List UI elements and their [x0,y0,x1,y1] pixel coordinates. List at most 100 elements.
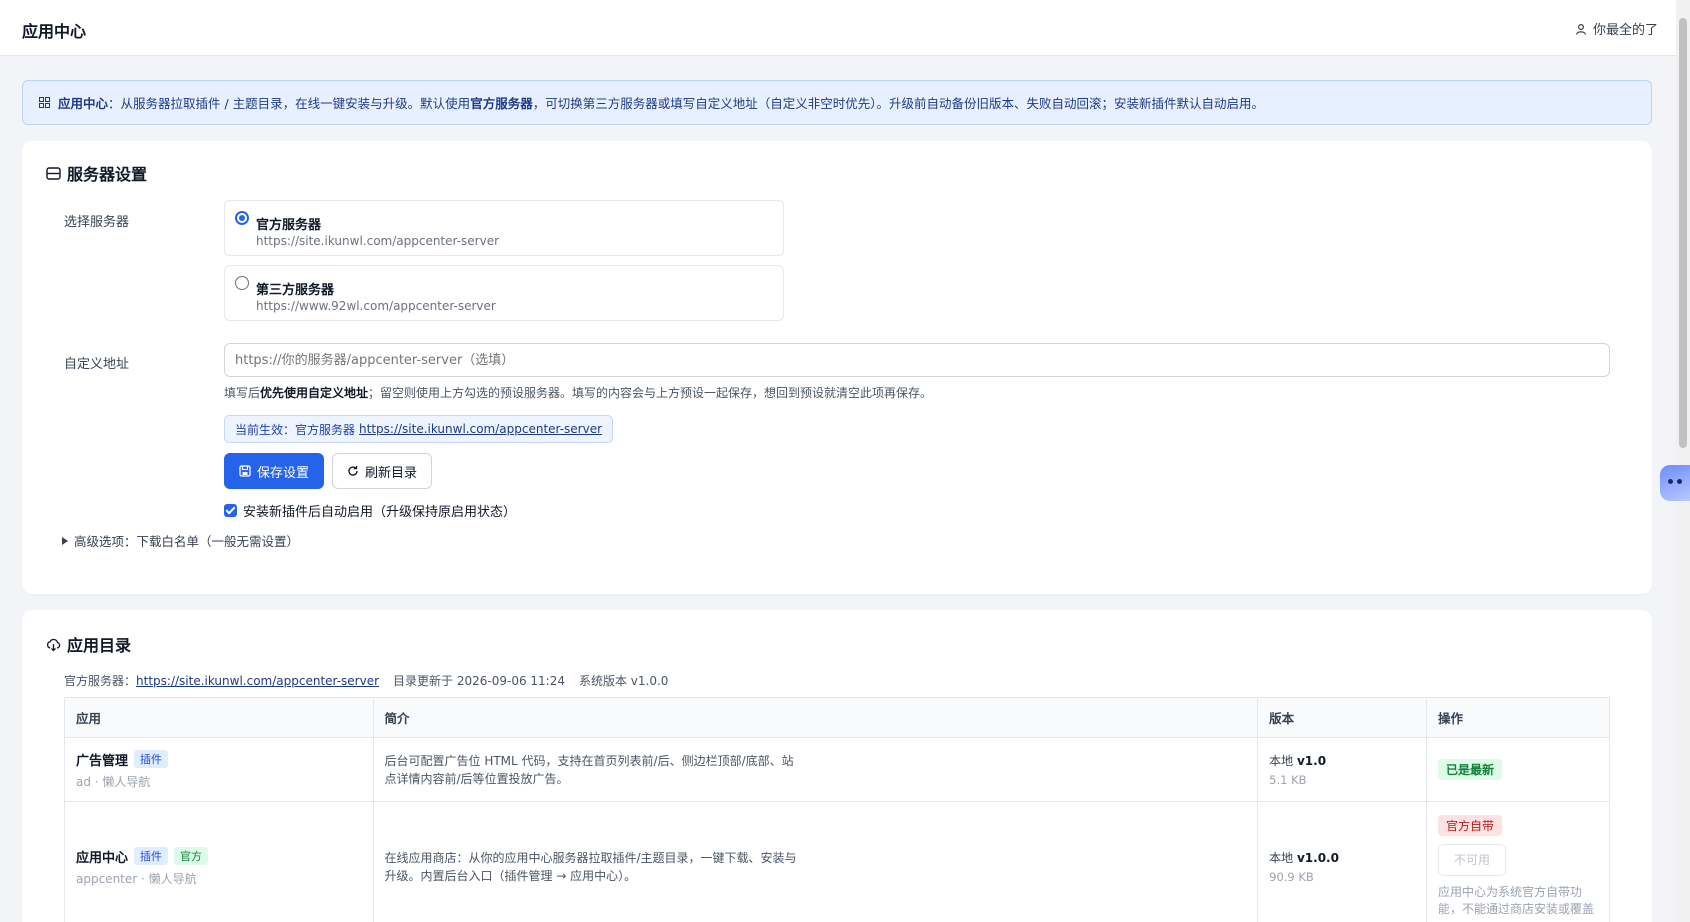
app-name: 广告管理 插件 [76,750,362,769]
app-description: 后台可配置广告位 HTML 代码，支持在首页列表前/后、侧边栏顶部/底部、站点详… [384,753,794,786]
checkbox-checked-icon[interactable] [224,504,237,517]
server-option-name: 第三方服务器 [256,283,335,298]
app-catalog-title-text: 应用目录 [67,636,132,655]
cloud-download-icon [46,638,61,651]
effective-url-link[interactable]: https://site.ikunwl.com/appcenter-server [359,422,602,436]
auto-enable-label: 安装新插件后自动启用（升级保持原启用状态） [243,505,517,520]
server-settings-title-text: 服务器设置 [67,165,148,184]
app-cell: 广告管理 插件 ad · 懒人导航 [64,737,374,802]
page-title: 应用中心 [22,22,87,41]
server-option-name: 官方服务器 [256,218,322,233]
mascot-widget[interactable] [1660,465,1690,501]
notice-text: 应用中心：从服务器拉取插件 / 主题目录，在线一键安装与升级。默认使用官方服务器… [58,93,1264,112]
desc-cell: 在线应用商店：从你的应用中心服务器拉取插件/主题目录，一键下载、安装与升级。内置… [372,801,1259,922]
version-cell: 本地 v1.0 5.1 KB [1257,737,1427,802]
table-header-row: 应用 简介 版本 操作 [64,697,1611,738]
refresh-icon [348,466,358,476]
top-bar: 应用中心 你最全的了 [0,0,1676,56]
mascot-eye-right [1677,479,1682,484]
server-icon [46,166,61,180]
hint-strong: 优先使用自定义地址 [260,386,369,400]
action-cell: 官方自带 不可用 应用中心为系统官方自带功能，不能通过商店安装或覆盖 [1425,801,1611,922]
column-header: 应用 [64,697,374,738]
notice-text-1: ：从服务器拉取插件 / 主题目录，在线一键安装与升级。默认使用 [108,96,471,111]
package-size: 5.1 KB [1269,773,1307,787]
table-row: 应用中心 插件 官方 appcenter · 懒人导航 在线应用商店：从你的应用… [64,801,1611,922]
info-notice: 应用中心：从服务器拉取插件 / 主题目录，在线一键安装与升级。默认使用官方服务器… [22,80,1652,125]
custom-address-hint: 填写后优先使用自定义地址；留空则使用上方勾选的预设服务器。填写的内容会与上方预设… [224,384,932,401]
server-settings-card: 服务器设置 选择服务器 官方服务器 https://site.ikunwl.co… [22,141,1652,594]
user-icon [1575,23,1587,35]
scrollbar-thumb[interactable] [1679,18,1687,448]
app-cell: 应用中心 插件 官方 appcenter · 懒人导航 [64,801,374,922]
mascot-eye-left [1668,479,1673,484]
catalog-server: 官方服务器：https://site.ikunwl.com/appcenter-… [64,672,379,689]
save-icon [239,465,251,477]
hint-pre: 填写后 [224,386,261,400]
notice-strong: 官方服务器 [470,96,533,111]
user-name: 你最全的了 [1592,23,1658,38]
version-number: v1.0 [1296,754,1327,768]
catalog-meta: 官方服务器：https://site.ikunwl.com/appcenter-… [64,672,668,689]
column-header: 简介 [372,697,1259,738]
user-menu[interactable]: 你最全的了 [1575,19,1658,38]
custom-address-label: 自定义地址 [64,357,130,372]
system-version: 系统版本 v1.0.0 [578,674,669,688]
notice-text-2: ，可切换第三方服务器或填写自定义地址（自定义非空时优先）。升级前自动备份旧版本、… [532,96,1264,111]
package-size: 90.9 KB [1269,870,1314,884]
column-header: 操作 [1425,697,1611,738]
version-cell: 本地 v1.0.0 90.9 KB [1257,801,1427,922]
advanced-options-label: 高级选项：下载白名单（一般无需设置） [74,534,300,549]
save-settings-label: 保存设置 [256,465,309,481]
effective-server-box: 当前生效：官方服务器 https://site.ikunwl.com/appce… [224,415,614,443]
local-version: 本地 v1.0.0 [1269,849,1415,866]
plugin-tag: 插件 [134,847,169,865]
hint-post: ；留空则使用上方勾选的预设服务器。填写的内容会与上方预设一起保存，想回到预设就清… [368,386,933,400]
triangle-right-icon [62,536,68,545]
app-name-text: 应用中心 [76,850,129,866]
radio-third-party[interactable] [235,276,249,290]
custom-address-input[interactable] [224,343,1610,377]
select-server-label: 选择服务器 [64,215,130,230]
save-settings-button[interactable]: 保存设置 [224,453,324,489]
auto-enable-checkbox[interactable]: 安装新插件后自动启用（升级保持原启用状态） [224,501,516,520]
app-catalog-title: 应用目录 [46,632,131,656]
server-option-official[interactable]: 官方服务器 https://site.ikunwl.com/appcenter-… [224,200,784,256]
app-name: 应用中心 插件 官方 [76,847,362,866]
unavailable-button[interactable]: 不可用 [1437,844,1506,876]
column-header: 版本 [1257,697,1427,738]
refresh-catalog-label: 刷新目录 [364,465,417,481]
app-slug: ad · 懒人导航 [76,774,151,789]
app-name-text: 广告管理 [76,753,129,769]
official-tag: 官方 [174,847,209,865]
app-description: 在线应用商店：从你的应用中心服务器拉取插件/主题目录，一键下载、安装与升级。内置… [384,850,797,883]
table-row: 广告管理 插件 ad · 懒人导航 后台可配置广告位 HTML 代码，支持在首页… [64,737,1611,802]
status-badge: 已是最新 [1437,759,1502,780]
page-scrollbar[interactable] [1676,0,1690,922]
catalog-server-label: 官方服务器： [64,674,137,688]
server-option-url: https://site.ikunwl.com/appcenter-server [256,234,500,248]
catalog-updated: 目录更新于 2026-09-06 11:24 [393,674,565,688]
server-option-third-party[interactable]: 第三方服务器 https://www.92wl.com/appcenter-se… [224,265,784,321]
advanced-options-toggle[interactable]: 高级选项：下载白名单（一般无需设置） [62,531,299,550]
app-catalog-card: 应用目录 官方服务器：https://site.ikunwl.com/appce… [22,610,1652,922]
desc-cell: 后台可配置广告位 HTML 代码，支持在首页列表前/后、侧边栏顶部/底部、站点详… [372,737,1259,802]
effective-label: 当前生效：官方服务器 [235,422,356,437]
refresh-catalog-button[interactable]: 刷新目录 [332,453,432,489]
radio-official[interactable] [235,211,249,225]
apps-grid-icon [39,97,50,108]
server-option-url: https://www.92wl.com/appcenter-server [256,299,496,313]
local-label: 本地 [1269,851,1294,865]
action-note: 应用中心为系统官方自带功能，不能通过商店安装或覆盖 [1437,885,1594,916]
app-slug: appcenter · 懒人导航 [76,871,197,886]
action-cell: 已是最新 [1425,737,1611,802]
plugin-tag: 插件 [134,750,169,768]
local-label: 本地 [1269,754,1294,768]
app-table: 应用 简介 版本 操作 广告管理 插件 ad · 懒人导航 后台可配置广告位 H… [64,697,1611,922]
local-version: 本地 v1.0 [1269,752,1415,769]
status-badge: 官方自带 [1437,815,1502,836]
notice-lead: 应用中心 [58,96,109,111]
catalog-server-link[interactable]: https://site.ikunwl.com/appcenter-server [136,674,379,688]
version-number: v1.0.0 [1296,851,1339,865]
server-settings-title: 服务器设置 [46,161,147,185]
